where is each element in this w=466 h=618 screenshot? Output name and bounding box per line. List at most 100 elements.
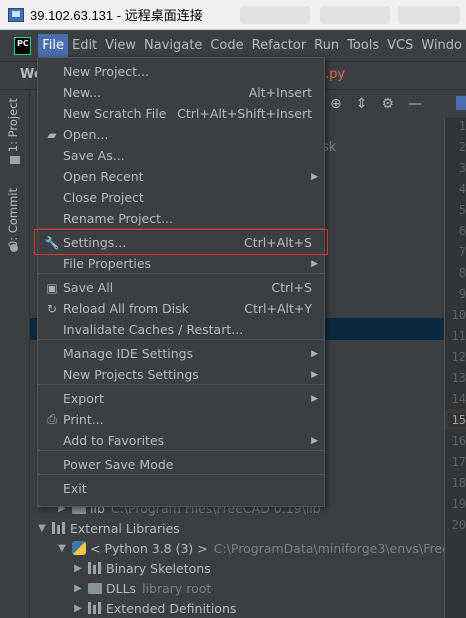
menu-item-label: File Properties — [63, 256, 152, 271]
commit-icon — [10, 244, 18, 252]
menu-item-rename-project[interactable]: Rename Project... — [38, 208, 324, 229]
library-icon — [52, 522, 66, 534]
tree-row-dlls[interactable]: ▶ DLLs library root — [72, 578, 211, 598]
expand-arrow-icon[interactable]: ▶ — [72, 563, 84, 574]
library-icon — [88, 602, 102, 614]
menu-item-print[interactable]: ⎙ Print... — [38, 409, 324, 430]
commit-tool-tab[interactable]: 0: Commit — [6, 188, 20, 248]
menu-separator — [38, 450, 324, 451]
menu-item-power-save-mode[interactable]: Power Save Mode — [38, 454, 324, 475]
menu-item-new-projects-settings[interactable]: New Projects Settings ▶ — [38, 364, 324, 385]
menu-item-shortcut: Alt+Insert — [248, 85, 312, 100]
project-tool-tab[interactable]: 1: Project — [6, 98, 20, 152]
menu-item-shortcut: Ctrl+S — [271, 280, 312, 295]
submenu-arrow-icon: ▶ — [311, 258, 318, 269]
menu-item-manage-ide-settings[interactable]: Manage IDE Settings ▶ — [38, 343, 324, 364]
gear-icon[interactable]: ⚙ — [381, 96, 394, 112]
menu-item-close-project[interactable]: Close Project — [38, 187, 324, 208]
menu-item-label: Print... — [63, 412, 104, 427]
line-number: 12 — [451, 350, 466, 364]
menu-item-new[interactable]: New... Alt+Insert — [38, 82, 324, 103]
menu-item-open-recent[interactable]: Open Recent ▶ — [38, 166, 324, 187]
collapse-icon[interactable]: ⇕ — [356, 96, 368, 112]
library-icon — [88, 562, 102, 574]
minimize-icon[interactable]: — — [408, 96, 422, 112]
blurred-tab — [240, 6, 310, 24]
menu-item-label: Manage IDE Settings — [63, 346, 194, 361]
menu-item-reload-all-from-disk[interactable]: ↻ Reload All from Disk Ctrl+Alt+Y — [38, 298, 324, 319]
menu-item-label: Open... — [63, 127, 109, 142]
line-number: 13 — [451, 371, 466, 385]
menu-item-add-to-favorites[interactable]: Add to Favorites ▶ — [38, 430, 324, 451]
line-number: 14 — [451, 392, 466, 406]
line-number: 20 — [451, 518, 466, 532]
submenu-arrow-icon: ▶ — [311, 369, 318, 380]
tree-row-external-libraries[interactable]: ▼ External Libraries — [36, 518, 180, 538]
folder-icon — [88, 582, 102, 594]
menu-separator — [38, 384, 324, 385]
python-icon — [72, 541, 86, 555]
line-number: 11 — [451, 329, 466, 343]
menu-tools[interactable]: Tools — [343, 34, 383, 58]
menu-item-file-properties[interactable]: File Properties ▶ — [38, 253, 324, 274]
reload-icon: ↻ — [46, 301, 58, 316]
line-number: 15 — [448, 413, 466, 427]
menu-item-invalidate-caches-restart[interactable]: Invalidate Caches / Restart... — [38, 319, 324, 340]
collapse-arrow-icon[interactable]: ▼ — [56, 543, 68, 554]
menu-item-save-all[interactable]: ▣ Save All Ctrl+S — [38, 277, 324, 298]
menu-item-label: Power Save Mode — [63, 457, 174, 472]
menu-window[interactable]: Windo — [417, 34, 466, 58]
line-number: 7 — [458, 245, 466, 259]
line-number: 4 — [458, 182, 466, 196]
menu-item-open[interactable]: ▰ Open... — [38, 124, 324, 145]
line-number: 8 — [458, 266, 466, 280]
menu-separator — [38, 474, 324, 475]
menu-item-label: Exit — [63, 481, 87, 496]
tree-row-binary-skeletons[interactable]: ▶ Binary Skeletons — [72, 558, 211, 578]
submenu-arrow-icon: ▶ — [311, 171, 318, 182]
menu-item-label: New Scratch File — [63, 106, 167, 121]
menu-navigate[interactable]: Navigate — [140, 34, 206, 58]
menu-run[interactable]: Run — [310, 34, 343, 58]
menu-item-shortcut: Ctrl+Alt+Shift+Insert — [177, 106, 312, 121]
menu-item-new-scratch-file[interactable]: New Scratch File Ctrl+Alt+Shift+Insert — [38, 103, 324, 124]
expand-arrow-icon[interactable]: ▶ — [72, 583, 84, 594]
line-number: 16 — [451, 434, 466, 448]
menu-separator — [38, 273, 324, 274]
menu-separator — [38, 339, 324, 340]
menu-view[interactable]: View — [101, 34, 140, 58]
menu-refactor[interactable]: Refactor — [248, 34, 311, 58]
menu-item-label: Add to Favorites — [63, 433, 165, 448]
menu-edit[interactable]: Edit — [68, 34, 101, 58]
line-number: 19 — [451, 497, 466, 511]
menu-item-new-project[interactable]: New Project... — [38, 61, 324, 82]
line-number: 9 — [458, 287, 466, 301]
menu-item-label: Save As... — [63, 148, 125, 163]
print-icon: ⎙ — [47, 412, 57, 426]
menu-item-label: New Project... — [63, 64, 149, 79]
menu-file[interactable]: File — [38, 33, 68, 58]
menu-item-exit[interactable]: Exit — [38, 478, 324, 499]
menu-item-label: New Projects Settings — [63, 367, 199, 382]
line-number: 10 — [451, 308, 466, 322]
tree-row-python-sdk[interactable]: ▼ < Python 3.8 (3) > C:\ProgramData\mini… — [56, 538, 466, 558]
python-file-tab-icon[interactable] — [456, 96, 466, 110]
save-icon: ▣ — [46, 280, 58, 295]
tree-row-extended-definitions[interactable]: ▶ Extended Definitions — [72, 598, 236, 618]
menu-vcs[interactable]: VCS — [383, 34, 417, 58]
file-tab-partial[interactable]: .py — [325, 67, 345, 82]
expand-arrow-icon[interactable]: ▶ — [72, 603, 84, 614]
menu-item-label: Invalidate Caches / Restart... — [63, 322, 244, 337]
menu-item-export[interactable]: Export ▶ — [38, 388, 324, 409]
remote-desktop-titlebar: 39.102.63.131 - 远程桌面连接 — [0, 0, 466, 30]
menu-item-save-as[interactable]: Save As... — [38, 145, 324, 166]
collapse-arrow-icon[interactable]: ▼ — [36, 523, 48, 534]
menu-item-label: New... — [63, 85, 102, 100]
menu-code[interactable]: Code — [206, 34, 247, 58]
window-title: 39.102.63.131 - 远程桌面连接 — [30, 8, 203, 23]
menu-item-label: Reload All from Disk — [63, 301, 189, 316]
menu-item-label: Close Project — [63, 190, 144, 205]
settings-highlight-annotation — [34, 229, 328, 255]
locate-icon[interactable]: ⊕ — [330, 96, 342, 112]
line-number: 18 — [451, 476, 466, 490]
